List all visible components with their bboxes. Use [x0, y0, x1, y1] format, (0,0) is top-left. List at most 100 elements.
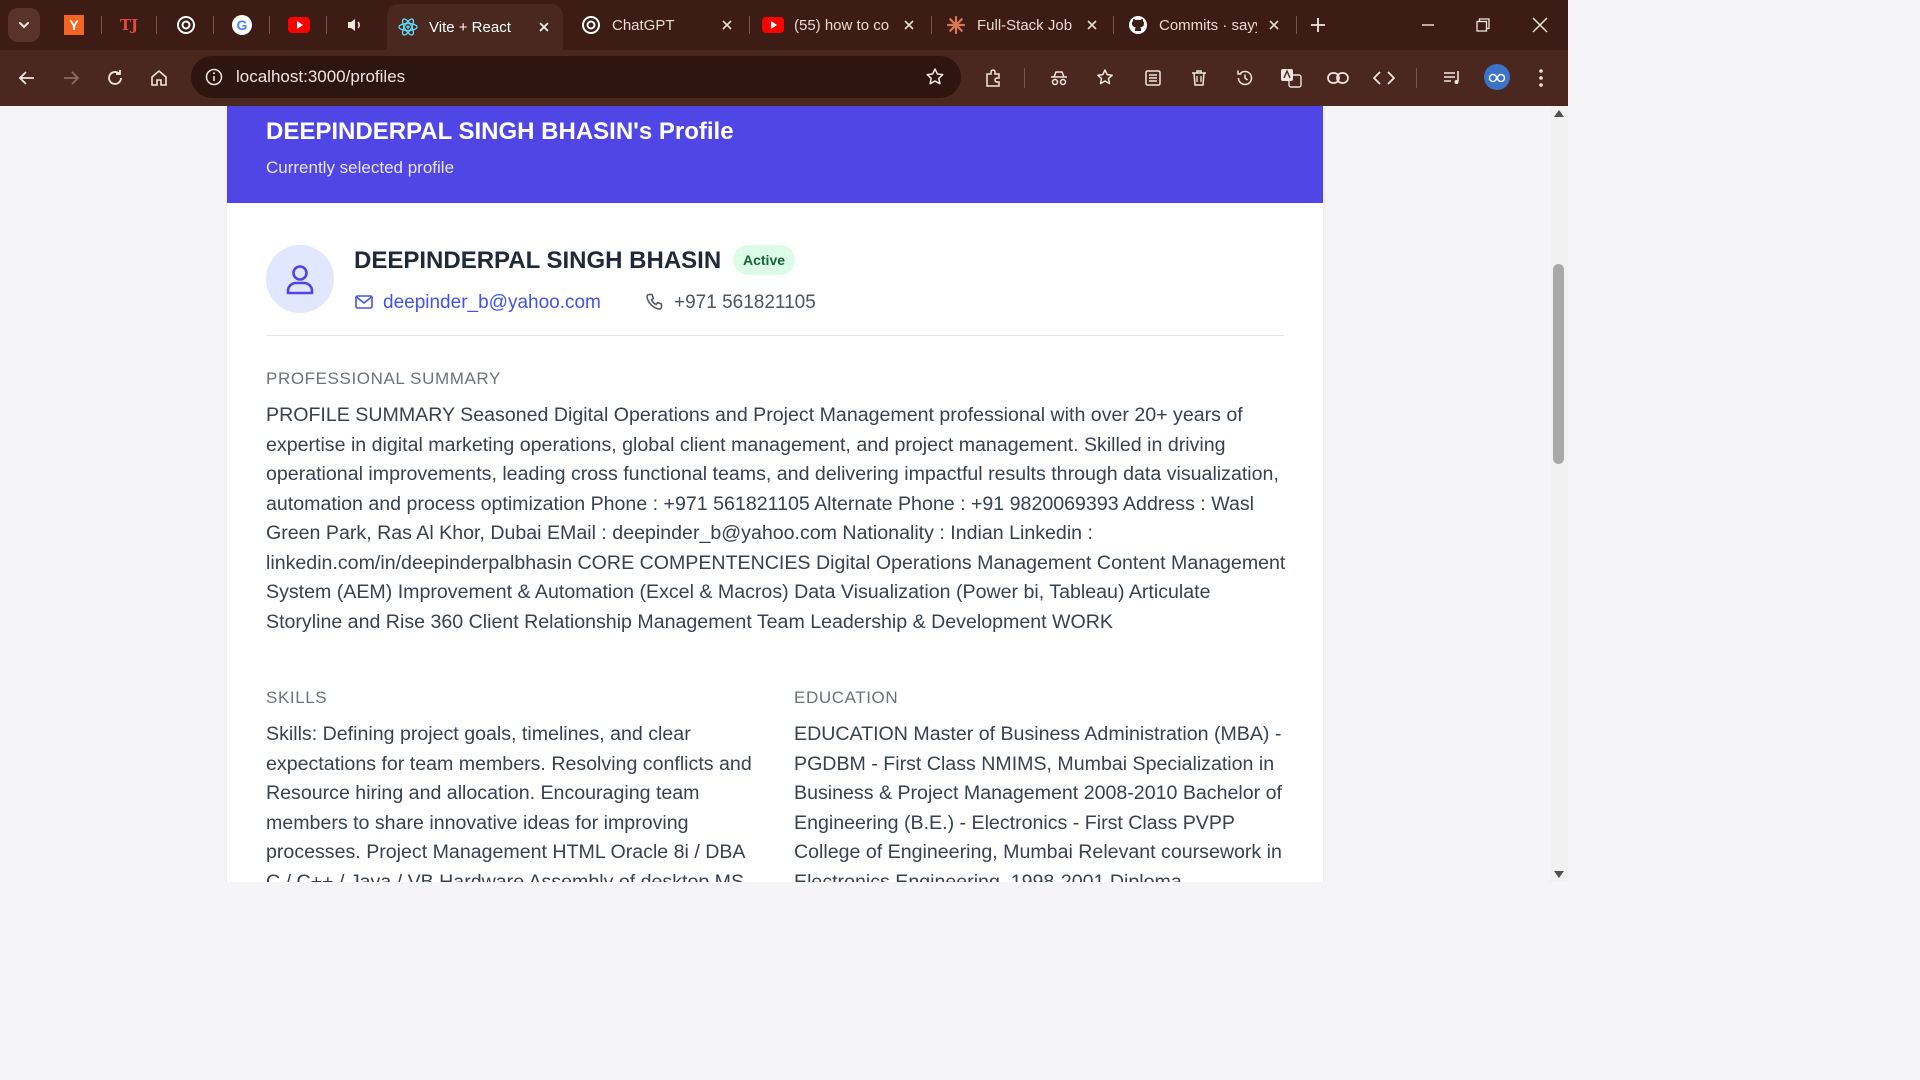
tab-chatgpt[interactable]: ChatGPT [570, 6, 746, 44]
puzzle-icon [986, 69, 1000, 87]
tab-search-button[interactable] [8, 8, 40, 42]
tab-full-stack-job[interactable]: Full-Stack Job [935, 6, 1111, 44]
github-icon [1127, 14, 1149, 36]
home-icon [151, 69, 167, 86]
tab-separator [156, 16, 157, 34]
tab-separator [1296, 16, 1297, 34]
media-queue-icon [1444, 71, 1459, 84]
phone-number: +971 561821105 [674, 292, 816, 313]
scrollbar-thumb[interactable] [1553, 264, 1564, 464]
profile-avatar-button[interactable] [1484, 64, 1510, 90]
pinned-tab-audio[interactable] [341, 11, 369, 39]
arrow-left-icon [18, 71, 34, 85]
minimize-icon [1422, 24, 1434, 26]
tab-separator [269, 16, 270, 34]
tab-title: Full-Stack Job [977, 16, 1073, 34]
restore-button[interactable] [1468, 10, 1498, 40]
google-icon: G [232, 15, 252, 35]
dev-tools-button[interactable] [1370, 64, 1398, 92]
tab-separator [326, 16, 327, 34]
close-icon[interactable] [1083, 16, 1101, 34]
divider [266, 335, 1284, 336]
openai-icon [177, 16, 195, 34]
tab-title: (55) how to co [794, 16, 890, 34]
back-button[interactable] [11, 62, 43, 94]
plus-icon [1311, 18, 1325, 32]
incognito-extension-button[interactable] [1045, 64, 1073, 92]
profile-header: DEEPINDERPAL SINGH BHASIN's Profile Curr… [227, 106, 1323, 203]
pinned-tab-chatgpt[interactable] [172, 11, 200, 39]
code-icon [1373, 71, 1395, 85]
scroll-down-arrow-icon[interactable] [1554, 871, 1564, 878]
minimize-button[interactable] [1413, 10, 1443, 40]
close-icon[interactable] [1265, 16, 1283, 34]
reload-button[interactable] [99, 62, 131, 94]
chevron-down-icon [19, 22, 29, 29]
tab-vite-react[interactable]: Vite + React [387, 4, 563, 50]
mail-icon [354, 292, 374, 312]
reading-list-button[interactable] [1139, 64, 1167, 92]
close-window-button[interactable] [1525, 10, 1555, 40]
copy-link-button[interactable] [1324, 64, 1352, 92]
close-icon[interactable] [900, 16, 918, 34]
pinned-tab-tj[interactable]: TJ [115, 11, 143, 39]
section-title-summary: PROFESSIONAL SUMMARY [266, 369, 501, 388]
tab-github-commits[interactable]: Commits · sayy [1117, 6, 1293, 44]
page-scrollbar[interactable] [1550, 106, 1568, 882]
page-title: DEEPINDERPAL SINGH BHASIN's Profile [266, 118, 734, 145]
ycombinator-icon: Y [64, 15, 84, 35]
section-title-education: EDUCATION [794, 688, 899, 707]
close-icon [1532, 17, 1548, 33]
browser-menu-button[interactable] [1527, 64, 1555, 92]
skills-text: Skills: Defining project goals, timeline… [266, 723, 752, 882]
scroll-up-arrow-icon[interactable] [1554, 110, 1564, 117]
reload-icon [108, 70, 122, 85]
tj-logo-icon: TJ [119, 16, 139, 34]
home-button[interactable] [143, 62, 175, 94]
summary-text: PROFILE SUMMARY Seasoned Digital Operati… [266, 404, 1286, 633]
education-text: EDUCATION Master of Business Administrat… [794, 723, 1282, 882]
page-viewport: DEEPINDERPAL SINGH BHASIN's Profile Curr… [0, 106, 1550, 882]
arrow-right-icon [64, 71, 80, 85]
tab-separator [749, 16, 750, 34]
clear-data-button[interactable] [1185, 64, 1213, 92]
tab-separator [931, 16, 932, 34]
avatar-icon [1488, 73, 1506, 83]
trash-icon [1192, 70, 1206, 86]
youtube-icon [288, 17, 310, 33]
pinned-tab-google[interactable]: G [228, 11, 256, 39]
url-text[interactable]: localhost:3000/profiles [236, 67, 405, 87]
pinned-tab-youtube[interactable] [285, 11, 313, 39]
page-subtitle: Currently selected profile [266, 158, 455, 177]
site-info-button[interactable] [201, 64, 227, 90]
tab-youtube[interactable]: (55) how to co [752, 6, 928, 44]
info-icon [205, 68, 223, 86]
browser-toolbar: localhost:3000/profiles [0, 50, 1568, 106]
media-controls-button[interactable] [1438, 64, 1466, 92]
address-bar[interactable]: localhost:3000/profiles [191, 56, 961, 98]
spy-icon [1051, 71, 1067, 86]
pinned-tab-ycombinator[interactable]: Y [60, 11, 88, 39]
close-icon[interactable] [718, 16, 736, 34]
close-icon[interactable] [535, 18, 553, 36]
more-vertical-icon [1539, 69, 1543, 87]
openai-icon [580, 14, 602, 36]
avatar [266, 245, 334, 313]
tab-title: Commits · sayy [1159, 16, 1257, 34]
reading-list-icon [1145, 70, 1161, 86]
bookmark-button[interactable] [923, 65, 947, 89]
favorites-button[interactable] [1092, 64, 1120, 92]
new-tab-button[interactable] [1305, 12, 1331, 38]
tab-separator [1113, 16, 1114, 34]
star-list-icon [1097, 69, 1113, 85]
forward-button[interactable] [55, 62, 87, 94]
translate-button[interactable] [1277, 64, 1305, 92]
profile-name: DEEPINDERPAL SINGH BHASIN [354, 247, 722, 274]
translate-icon [1281, 69, 1302, 88]
tab-title: ChatGPT [612, 16, 675, 34]
profile-card: DEEPINDERPAL SINGH BHASIN's Profile Curr… [227, 106, 1323, 882]
email-link[interactable]: deepinder_b@yahoo.com [383, 292, 601, 314]
extensions-button[interactable] [980, 64, 1008, 92]
history-button[interactable] [1231, 64, 1259, 92]
tab-separator [101, 16, 102, 34]
